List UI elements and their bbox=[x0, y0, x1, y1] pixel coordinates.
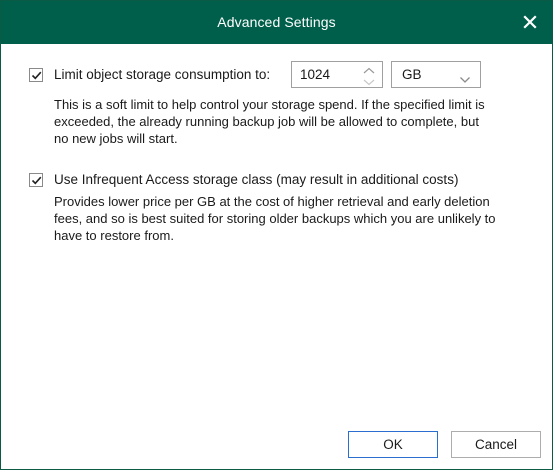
description-line: Provides lower price per GB at the cost … bbox=[54, 194, 490, 209]
ok-button[interactable]: OK bbox=[348, 431, 438, 458]
description-line: have to restore from. bbox=[54, 228, 174, 243]
description-line: This is a soft limit to help control you… bbox=[54, 97, 485, 112]
limit-storage-checkbox[interactable] bbox=[29, 68, 43, 82]
spin-up-icon[interactable] bbox=[358, 63, 380, 74]
spin-down-icon[interactable] bbox=[358, 75, 380, 86]
storage-unit-select[interactable]: GB bbox=[391, 61, 481, 88]
storage-limit-value[interactable]: 1024 bbox=[300, 67, 330, 82]
infrequent-access-label: Use Infrequent Access storage class (may… bbox=[54, 172, 459, 187]
cancel-button[interactable]: Cancel bbox=[451, 431, 541, 458]
infrequent-access-description: Provides lower price per GB at the cost … bbox=[54, 193, 496, 244]
description-line: exceeded, the already running backup job… bbox=[54, 114, 479, 129]
description-line: fees, and so is best suited for storing … bbox=[54, 211, 496, 226]
description-line: no new jobs will start. bbox=[54, 131, 178, 146]
limit-storage-label: Limit object storage consumption to: bbox=[54, 67, 271, 82]
close-icon[interactable] bbox=[520, 12, 540, 32]
storage-limit-stepper[interactable]: 1024 bbox=[291, 61, 383, 88]
checkmark-icon bbox=[31, 71, 42, 80]
infrequent-access-checkbox[interactable] bbox=[29, 173, 43, 187]
advanced-settings-dialog: Advanced Settings Limit object storage c… bbox=[0, 0, 553, 470]
chevron-down-icon bbox=[459, 71, 471, 89]
checkmark-icon bbox=[31, 176, 42, 185]
storage-unit-value: GB bbox=[402, 67, 422, 82]
dialog-title: Advanced Settings bbox=[217, 14, 336, 30]
title-bar: Advanced Settings bbox=[1, 1, 552, 44]
limit-storage-description: This is a soft limit to help control you… bbox=[54, 96, 485, 147]
